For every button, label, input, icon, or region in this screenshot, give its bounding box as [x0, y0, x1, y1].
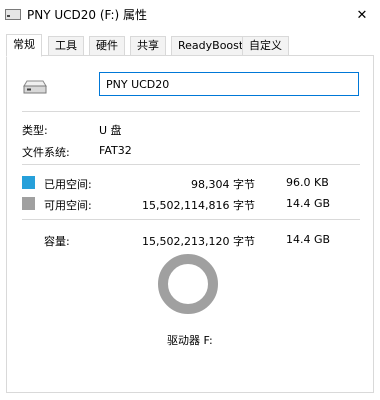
tab-strip: 常规 工具 硬件 共享 ReadyBoost 自定义 [6, 34, 374, 57]
tab-sharing[interactable]: 共享 [130, 36, 166, 56]
free-space-bytes: 15,502,114,816 字节 [142, 199, 255, 212]
separator [22, 111, 360, 112]
tab-customize[interactable]: 自定义 [242, 36, 289, 56]
free-space-swatch [22, 197, 35, 210]
free-space-label: 可用空间: [44, 199, 92, 212]
tab-tools[interactable]: 工具 [48, 36, 84, 56]
used-space-bytes: 98,304 字节 [191, 178, 255, 191]
capacity-label: 容量: [44, 235, 70, 248]
title-bar: PNY UCD20 (F:) 属性 ✕ [0, 0, 380, 30]
type-label: 类型: [22, 124, 48, 137]
close-button[interactable]: ✕ [344, 0, 380, 30]
drive-letter-label: 驱动器 F: [167, 334, 213, 347]
window-title: PNY UCD20 (F:) 属性 [27, 8, 148, 22]
capacity-size: 14.4 GB [286, 233, 331, 246]
usage-donut-chart [158, 254, 218, 314]
used-space-size: 96.0 KB [286, 176, 329, 189]
drive-name-input[interactable] [99, 72, 359, 96]
filesystem-label: 文件系统: [22, 146, 70, 159]
close-icon: ✕ [356, 7, 368, 23]
drive-icon [5, 9, 21, 20]
filesystem-value: FAT32 [99, 144, 132, 157]
capacity-bytes: 15,502,213,120 字节 [142, 235, 255, 248]
type-value: U 盘 [99, 124, 122, 137]
tab-general[interactable]: 常规 [6, 34, 42, 57]
properties-window: PNY UCD20 (F:) 属性 ✕ 常规 工具 硬件 共享 ReadyBoo… [0, 0, 380, 400]
tab-hardware[interactable]: 硬件 [89, 36, 125, 56]
free-space-size: 14.4 GB [286, 197, 331, 210]
free-space-ring [158, 254, 218, 314]
general-panel: 类型: U 盘 文件系统: FAT32 已用空间: 98,304 字节 96.0… [6, 55, 374, 393]
separator [22, 164, 360, 165]
used-space-swatch [22, 176, 35, 189]
tab-readyboost[interactable]: ReadyBoost [171, 36, 251, 56]
separator [22, 219, 360, 220]
used-space-label: 已用空间: [44, 178, 92, 191]
usb-drive-icon [23, 80, 47, 94]
